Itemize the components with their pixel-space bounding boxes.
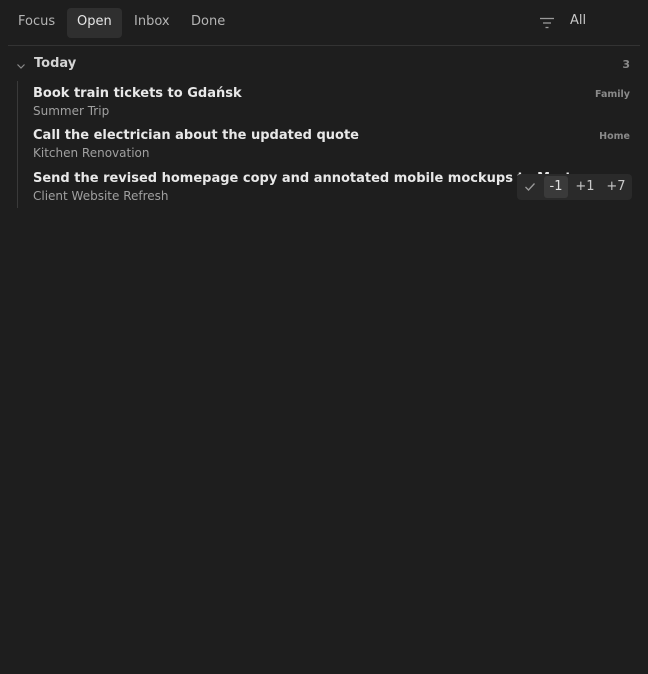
group-header-today[interactable]: Today 3 [8, 52, 632, 78]
snooze-minus-one-button[interactable]: -1 [544, 176, 568, 198]
task-title: Send the revised homepage copy and annot… [33, 171, 581, 186]
task-tag: Family [595, 89, 630, 100]
task-project: Summer Trip [33, 104, 110, 118]
task-quick-actions: -1 +1 +7 [517, 174, 632, 200]
task-tag: Home [599, 131, 630, 142]
tab-open[interactable]: Open [67, 8, 122, 38]
view-tabs-bar: Focus Open Inbox Done All [8, 0, 640, 46]
task-title: Call the electrician about the updated q… [33, 128, 359, 143]
check-icon[interactable] [523, 180, 537, 194]
group-count-badge: 3 [622, 58, 630, 71]
task-project: Kitchen Renovation [33, 146, 150, 160]
task-row[interactable]: Book train tickets to Gdańsk Summer Trip… [18, 82, 632, 124]
chevron-down-icon[interactable] [15, 60, 27, 72]
filter-icon[interactable] [538, 14, 556, 32]
filter-value[interactable]: All [570, 13, 586, 28]
tab-focus[interactable]: Focus [8, 8, 65, 38]
snooze-plus-one-button[interactable]: +1 [572, 176, 598, 198]
task-title: Book train tickets to Gdańsk [33, 86, 242, 101]
tab-done[interactable]: Done [181, 8, 235, 38]
task-project: Client Website Refresh [33, 189, 169, 203]
group-title: Today [34, 56, 77, 71]
snooze-plus-seven-button[interactable]: +7 [603, 176, 629, 198]
tab-inbox[interactable]: Inbox [124, 8, 180, 38]
task-row[interactable]: Call the electrician about the updated q… [18, 124, 632, 166]
